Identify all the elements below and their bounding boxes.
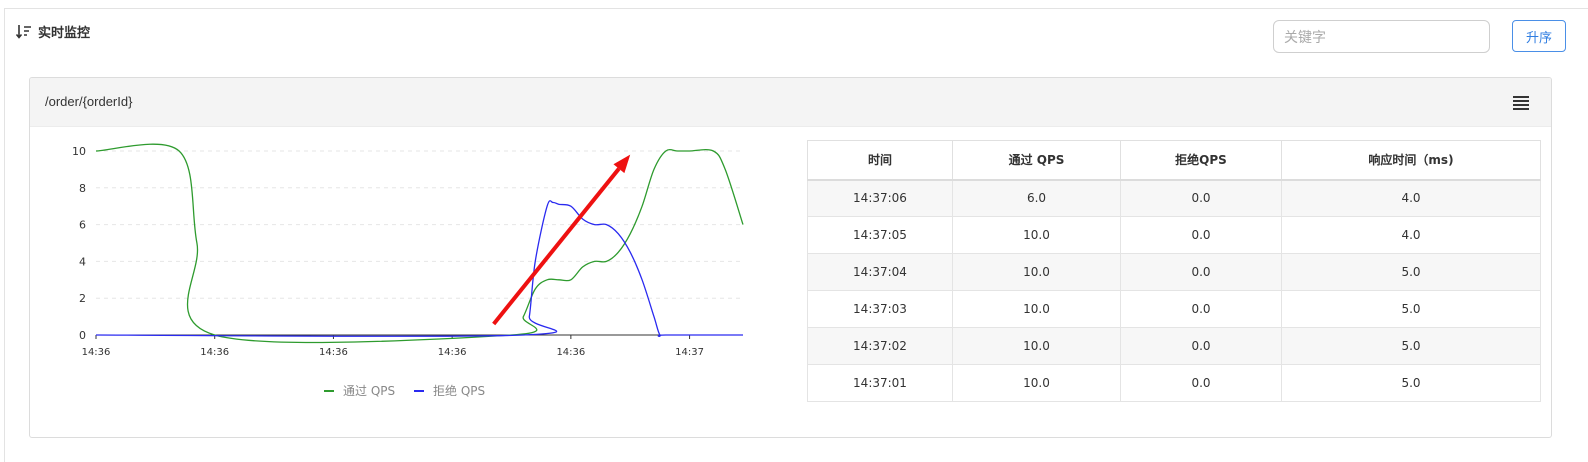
cell-block-qps: 0.0 [1120,290,1282,328]
column-header-time: 时间 [807,140,953,181]
x-tick-label: 14:36 [200,347,229,358]
cell-pass-qps: 10.0 [952,253,1121,291]
cell-pass-qps: 10.0 [952,216,1121,254]
x-tick-label: 14:36 [556,347,585,358]
cell-time: 14:37:02 [807,327,953,365]
cell-pass-qps: 6.0 [952,179,1121,217]
panel-header: 实时监控 [16,22,90,41]
qps-data-table: 时间 通过 QPS 拒绝QPS 响应时间（ms) 14:37:06 6.0 0.… [807,140,1541,402]
resource-card-header: /order/{orderId} [30,78,1551,127]
y-tick-label: 4 [79,255,86,268]
y-tick-label: 0 [79,329,86,342]
table-row: 14:37:04 10.0 0.0 5.0 [807,253,1541,291]
legend-item-block-qps-label: 拒绝 QPS [433,383,485,398]
x-tick-label: 14:37 [675,347,704,358]
annotation-arrow-shaft [492,167,621,326]
cell-pass-qps: 10.0 [952,364,1121,402]
x-tick-label: 14:36 [319,347,348,358]
table-row: 14:37:06 6.0 0.0 4.0 [807,179,1541,217]
cell-response-time: 5.0 [1281,290,1541,328]
sort-ascending-button[interactable]: 升序 [1512,20,1566,52]
page-title: 实时监控 [38,25,91,40]
cell-response-time: 5.0 [1281,327,1541,365]
cell-time: 14:37:05 [807,216,953,254]
y-tick-label: 2 [79,292,86,305]
cell-block-qps: 0.0 [1120,253,1282,291]
y-tick-label: 10 [72,145,86,158]
cell-pass-qps: 10.0 [952,290,1121,328]
table-header-row: 时间 通过 QPS 拒绝QPS 响应时间（ms) [807,140,1541,181]
cell-response-time: 5.0 [1281,364,1541,402]
column-header-response-time: 响应时间（ms) [1281,140,1541,181]
cell-time: 14:37:04 [807,253,953,291]
x-tick-label: 14:36 [438,347,467,358]
table-row: 14:37:01 10.0 0.0 5.0 [807,364,1541,402]
pass-qps-series-line [95,143,744,344]
y-tick-label: 6 [79,219,86,232]
y-tick-label: 8 [79,182,86,195]
column-header-block-qps: 拒绝QPS [1120,140,1282,181]
sort-desc-icon[interactable] [16,24,32,40]
cell-response-time: 4.0 [1281,179,1541,217]
column-header-pass-qps: 通过 QPS [952,140,1121,181]
cell-block-qps: 0.0 [1120,179,1282,217]
cell-time: 14:37:06 [807,179,953,217]
block-qps-series-line [95,200,743,338]
cell-block-qps: 0.0 [1120,216,1282,254]
resource-card: /order/{orderId} 0 2 4 6 8 10 14:36 14:36 14:36 1… [29,77,1552,438]
cell-response-time: 5.0 [1281,253,1541,291]
x-tick-label: 14:36 [82,347,111,358]
table-row: 14:37:03 10.0 0.0 5.0 [807,290,1541,328]
cell-time: 14:37:01 [807,364,953,402]
cell-time: 14:37:03 [807,290,953,328]
qps-line-chart: 0 2 4 6 8 10 14:36 14:36 14:36 14:36 14:36 14:37 通过 … [72,143,744,398]
keyword-search-input[interactable] [1273,20,1490,53]
cell-block-qps: 0.0 [1120,364,1282,402]
cell-pass-qps: 10.0 [952,327,1121,365]
table-row: 14:37:02 10.0 0.0 5.0 [807,327,1541,365]
cell-response-time: 4.0 [1281,216,1541,254]
menu-icon[interactable] [1513,96,1529,110]
cell-block-qps: 0.0 [1120,327,1282,365]
resource-name: /order/{orderId} [45,94,133,109]
table-row: 14:37:05 10.0 0.0 4.0 [807,216,1541,254]
legend-item-pass-qps-label: 通过 QPS [343,384,395,398]
